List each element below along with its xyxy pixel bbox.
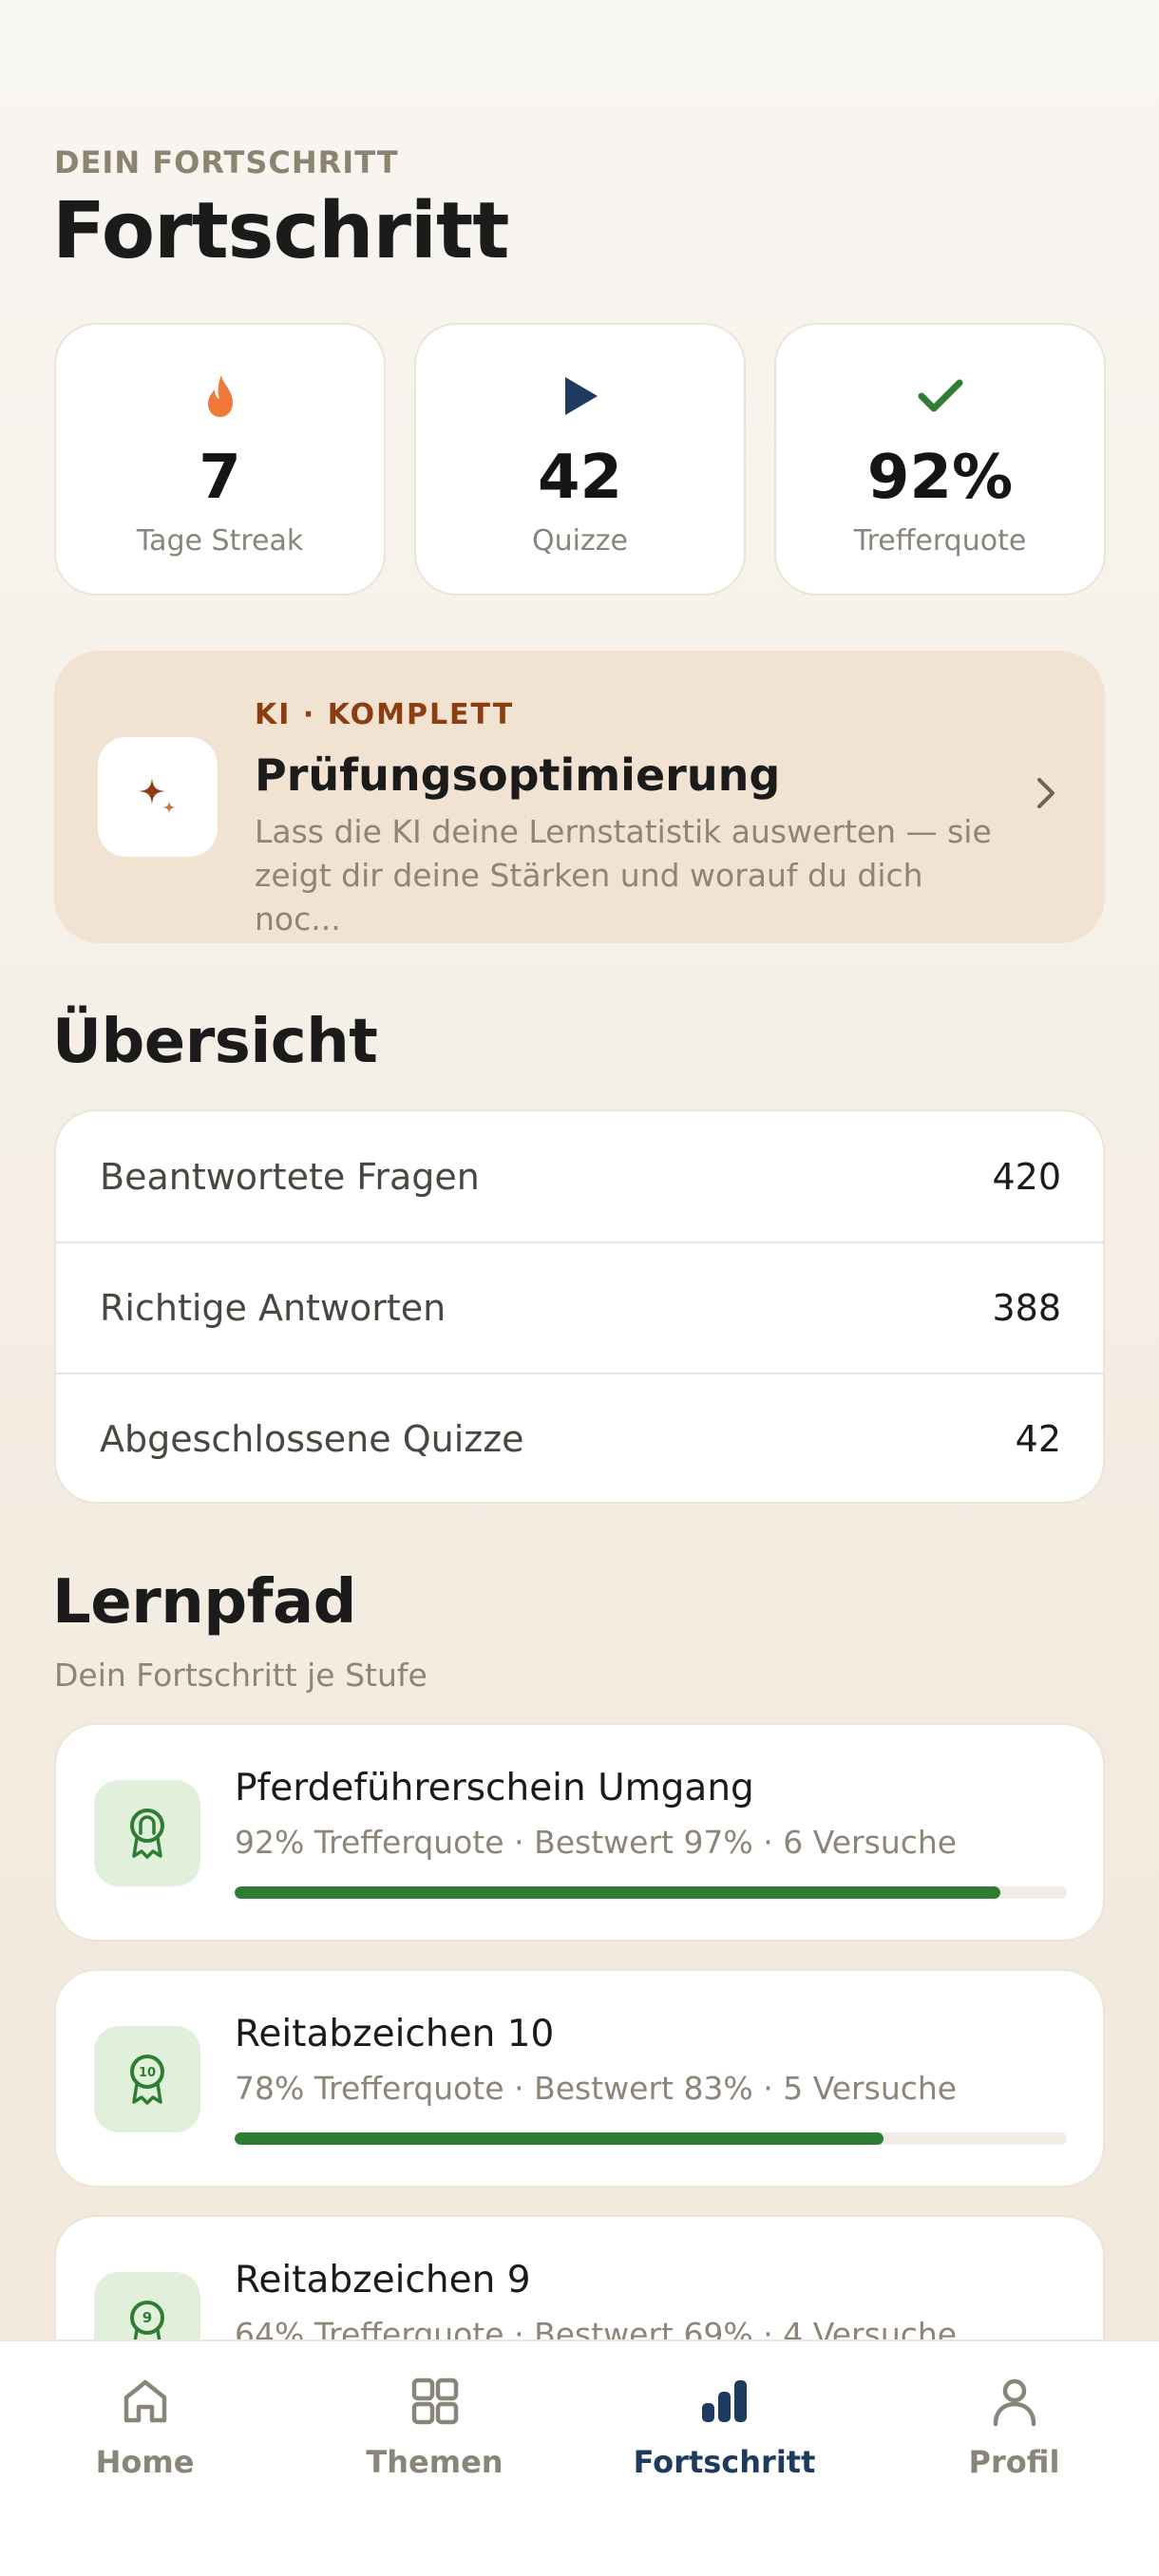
- stat-label: Trefferquote: [853, 524, 1027, 558]
- nav-home[interactable]: Home: [0, 2341, 290, 2531]
- bar-chart-icon: [580, 2372, 869, 2431]
- lernpfad-item[interactable]: 10 Reitabzeichen 10 78% Trefferquote · B…: [54, 1969, 1105, 2188]
- lernpfad-item[interactable]: Pferdeführerschein Umgang 92% Trefferquo…: [54, 1723, 1105, 1941]
- progress-fill: [235, 2132, 884, 2145]
- lernpfad-item-title: Reitabzeichen 9: [235, 2259, 531, 2301]
- nav-label: Fortschritt: [633, 2444, 816, 2480]
- badge-number: 9: [142, 2309, 152, 2326]
- progress-fill: [235, 1886, 1000, 1899]
- badge-number: 10: [139, 2066, 156, 2080]
- stat-card-accuracy: 92% Trefferquote: [774, 323, 1106, 596]
- sparkle-icon: [98, 737, 218, 857]
- ki-eyebrow: KI · KOMPLETT: [255, 698, 515, 731]
- overview-value: 42: [1015, 1418, 1061, 1460]
- progress-screen: DEIN FORTSCHRITT Fortschritt 7 Tage Stre…: [0, 0, 1159, 2576]
- overview-row: Abgeschlossene Quizze 42: [56, 1373, 1103, 1502]
- horseshoe-badge-icon: [94, 1780, 200, 1886]
- stat-value: 92%: [866, 443, 1014, 513]
- stat-card-quizzes: 42 Quizze: [414, 323, 746, 596]
- ki-title: Prüfungsoptimierung: [255, 749, 781, 801]
- person-icon: [869, 2372, 1159, 2431]
- nav-label: Home: [95, 2444, 195, 2480]
- ki-exam-optimization-card[interactable]: KI · KOMPLETT Prüfungsoptimierung Lass d…: [54, 651, 1105, 943]
- overview-value: 388: [992, 1287, 1061, 1329]
- lernpfad-item-meta: 78% Trefferquote · Bestwert 83% · 5 Vers…: [235, 2070, 958, 2107]
- overview-row: Richtige Antworten 388: [56, 1241, 1103, 1373]
- lernpfad-item-meta: 92% Trefferquote · Bestwert 97% · 6 Vers…: [235, 1824, 958, 1861]
- stat-label: Quizze: [532, 524, 628, 558]
- lernpfad-item-title: Reitabzeichen 10: [235, 2013, 555, 2055]
- page-title: Fortschritt: [52, 186, 509, 276]
- bottom-navigation: Home Themen Fortschritt Profil: [0, 2339, 1159, 2576]
- overview-label: Richtige Antworten: [100, 1287, 446, 1329]
- check-icon: [776, 370, 1104, 422]
- overview-list: Beantwortete Fragen 420 Richtige Antwort…: [54, 1109, 1105, 1504]
- overview-row: Beantwortete Fragen 420: [56, 1111, 1103, 1242]
- stat-card-streak: 7 Tage Streak: [54, 323, 386, 596]
- stat-value: 7: [199, 443, 241, 513]
- stat-value: 42: [537, 443, 623, 513]
- ki-description: Lass die KI deine Lernstatistik auswerte…: [255, 813, 992, 938]
- progress-bar: [235, 1886, 1067, 1899]
- nav-themen[interactable]: Themen: [290, 2341, 580, 2531]
- stat-label: Tage Streak: [136, 524, 304, 558]
- lernpfad-subtitle: Dein Fortschritt je Stufe: [54, 1657, 428, 1694]
- lernpfad-title: Lernpfad: [52, 1567, 356, 1638]
- nav-label: Themen: [366, 2444, 504, 2480]
- nav-label: Profil: [968, 2444, 1060, 2480]
- overview-label: Beantwortete Fragen: [100, 1156, 480, 1198]
- flame-icon: [56, 370, 384, 422]
- lernpfad-item-title: Pferdeführerschein Umgang: [235, 1767, 754, 1809]
- page-eyebrow: DEIN FORTSCHRITT: [54, 144, 399, 180]
- home-icon: [0, 2372, 290, 2431]
- grid-icon: [290, 2372, 580, 2431]
- overview-label: Abgeschlossene Quizze: [100, 1418, 524, 1460]
- nav-profil[interactable]: Profil: [869, 2341, 1159, 2531]
- nav-fortschritt[interactable]: Fortschritt: [580, 2341, 869, 2531]
- award-badge-icon: 10: [94, 2026, 200, 2132]
- overview-value: 420: [992, 1156, 1061, 1198]
- chevron-right-icon: [1035, 774, 1057, 816]
- progress-bar: [235, 2132, 1067, 2145]
- overview-title: Übersicht: [52, 1007, 378, 1077]
- play-icon: [416, 370, 744, 422]
